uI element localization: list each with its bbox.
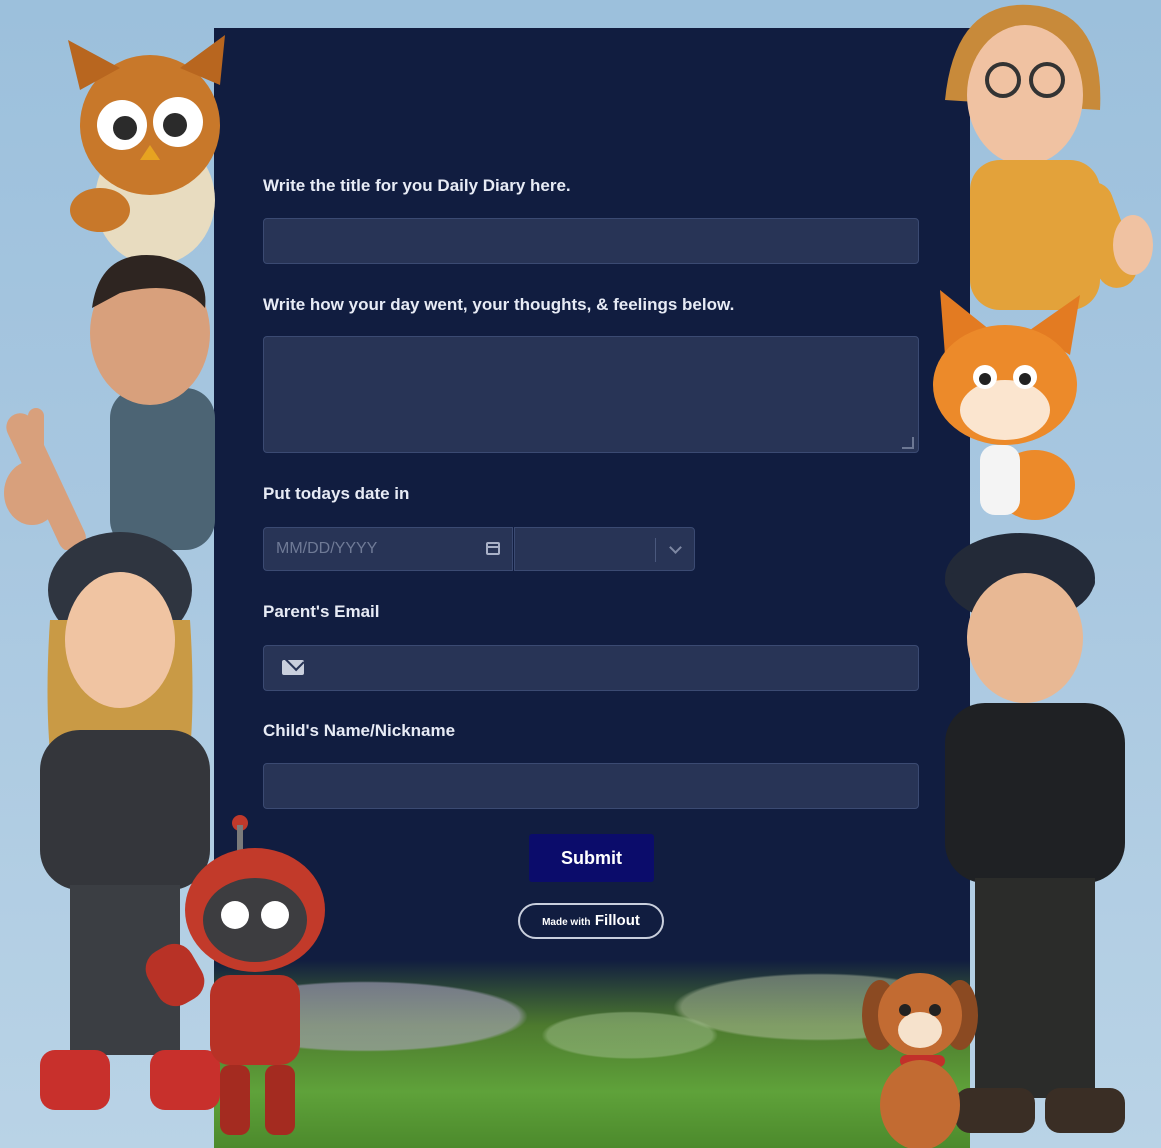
resize-handle[interactable] bbox=[902, 437, 914, 449]
made-with-text: Made with bbox=[542, 917, 591, 928]
select-divider bbox=[655, 538, 656, 562]
child-name-input[interactable] bbox=[263, 763, 919, 809]
diary-entry-label: Write how your day went, your thoughts, … bbox=[263, 295, 735, 314]
mail-icon bbox=[282, 660, 304, 675]
fox-illustration bbox=[933, 290, 1080, 520]
email-field-label: Parent's Email bbox=[263, 602, 380, 621]
date-placeholder: MM/DD/YYYY bbox=[276, 540, 378, 557]
time-select[interactable] bbox=[514, 527, 695, 571]
diary-title-input[interactable] bbox=[263, 218, 919, 264]
calendar-icon[interactable] bbox=[486, 542, 500, 555]
parent-email-input[interactable] bbox=[263, 645, 919, 691]
diary-entry-textarea[interactable] bbox=[263, 336, 919, 453]
date-input[interactable]: MM/DD/YYYY bbox=[263, 527, 513, 571]
submit-button[interactable]: Submit bbox=[529, 834, 654, 882]
woman-illustration bbox=[945, 4, 1153, 310]
man-illustration bbox=[4, 255, 215, 550]
date-field-label: Put todays date in bbox=[263, 484, 410, 503]
chevron-down-icon[interactable] bbox=[669, 541, 682, 554]
name-field-label: Child's Name/Nickname bbox=[263, 721, 456, 740]
fillout-brand: Fillout bbox=[594, 912, 640, 929]
made-with-fillout-badge[interactable]: Made with Fillout bbox=[518, 903, 664, 939]
owl-illustration bbox=[68, 35, 225, 265]
robot-illustration bbox=[145, 815, 325, 1135]
title-field-label: Write the title for you Daily Diary here… bbox=[263, 176, 571, 195]
puppy-illustration bbox=[862, 973, 978, 1148]
